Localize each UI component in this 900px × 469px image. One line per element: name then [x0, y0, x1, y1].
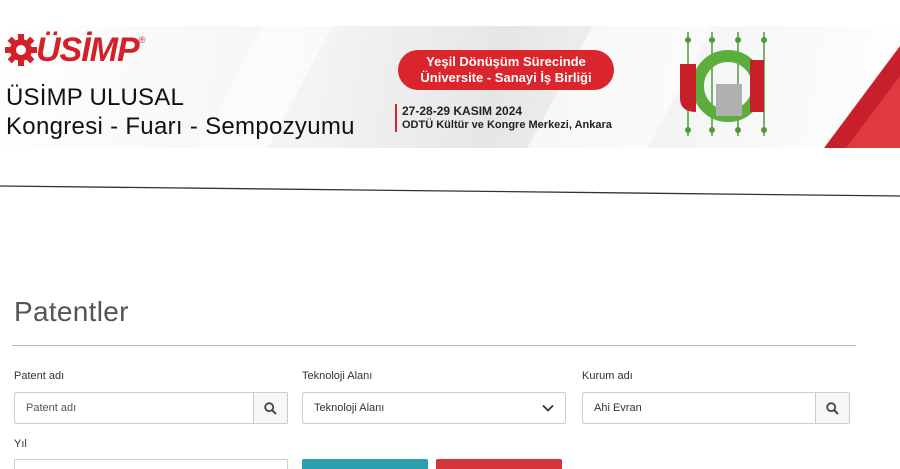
- patent-name-label: Patent adı: [14, 370, 65, 382]
- patent-name-field: [14, 392, 288, 424]
- technology-area-select[interactable]: Teknoloji Alanı: [302, 392, 566, 424]
- technology-area-selected: Teknoloji Alanı: [314, 402, 385, 414]
- header-divider: [0, 185, 900, 197]
- institution-input[interactable]: [583, 393, 815, 423]
- filter-button[interactable]: [302, 459, 428, 469]
- patent-search-button[interactable]: [253, 393, 287, 423]
- chevron-down-icon: [542, 404, 554, 412]
- clear-button[interactable]: [436, 459, 562, 469]
- year-label: Yıl: [14, 438, 27, 450]
- institution-search-button[interactable]: [815, 393, 849, 423]
- institution-label: Kurum adı: [582, 370, 633, 382]
- search-icon: [264, 401, 277, 415]
- year-field[interactable]: [14, 459, 288, 469]
- page-title: Patentler: [14, 296, 129, 327]
- title-divider: [12, 345, 856, 346]
- technology-area-label: Teknoloji Alanı: [302, 370, 373, 382]
- institution-field: [582, 392, 850, 424]
- patent-name-input[interactable]: [15, 393, 253, 423]
- search-icon: [826, 401, 839, 415]
